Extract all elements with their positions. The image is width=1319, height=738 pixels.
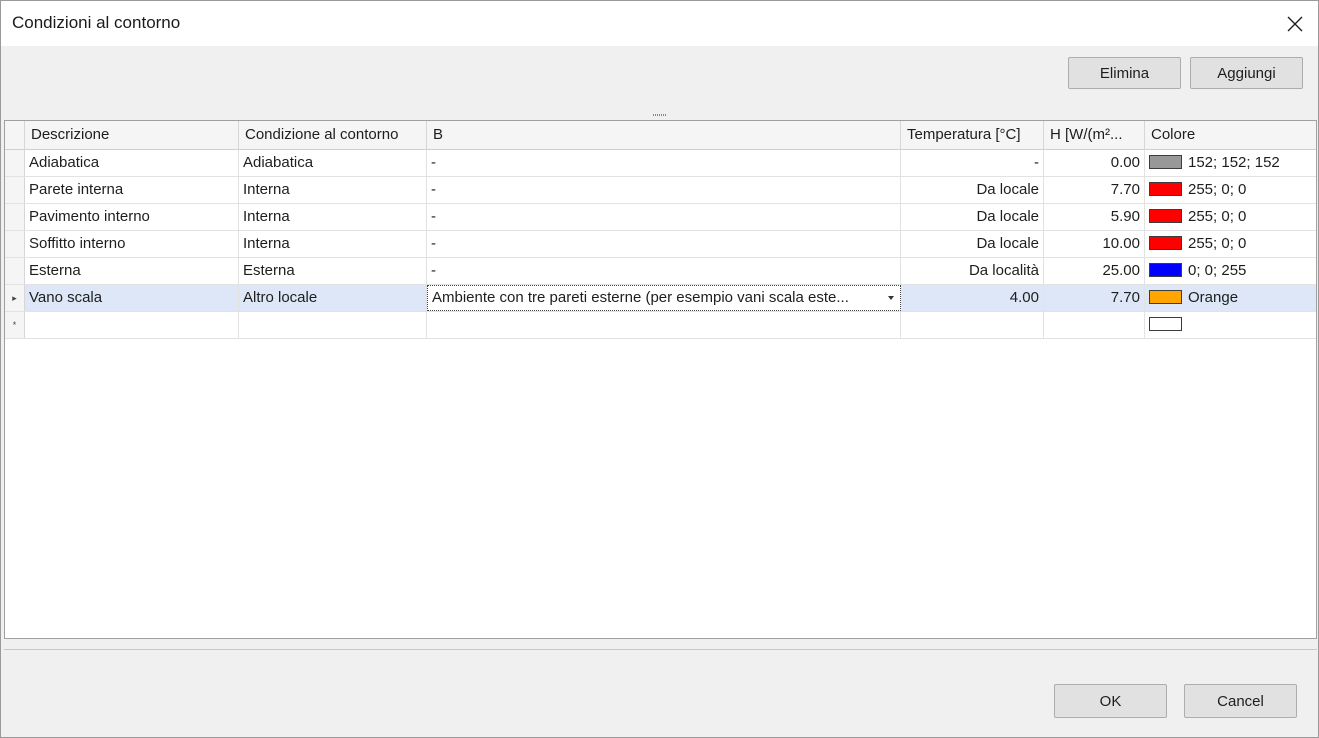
close-button[interactable]	[1272, 1, 1318, 46]
cell-b[interactable]: -	[427, 258, 901, 284]
cell-temperatura[interactable]: 4.00	[901, 285, 1044, 311]
cell-b[interactable]: -	[427, 177, 901, 203]
cell-descrizione[interactable]: Pavimento interno	[25, 204, 239, 230]
cell-colore[interactable]: Orange	[1145, 285, 1316, 311]
cell-condizione[interactable]: Interna	[239, 231, 427, 257]
cell-condizione[interactable]: Adiabatica	[239, 150, 427, 176]
row-indicator[interactable]: ▸	[5, 285, 25, 311]
chevron-down-icon[interactable]	[888, 296, 894, 300]
row-indicator[interactable]	[5, 150, 25, 176]
header-h[interactable]: H [W/(m²...	[1044, 121, 1145, 150]
cell-descrizione[interactable]: Parete interna	[25, 177, 239, 203]
color-swatch	[1149, 317, 1182, 332]
cell-condizione[interactable]	[239, 312, 427, 338]
dialog-window: Condizioni al contorno Elimina Aggiungi …	[0, 0, 1319, 738]
cell-condizione[interactable]: Interna	[239, 204, 427, 230]
color-swatch	[1149, 290, 1182, 305]
add-button[interactable]: Aggiungi	[1190, 57, 1303, 89]
header-colore[interactable]: Colore	[1145, 121, 1316, 150]
cell-colore[interactable]: 255; 0; 0	[1145, 204, 1316, 230]
header-temperatura[interactable]: Temperatura [°C]	[901, 121, 1044, 150]
toolbar: Elimina Aggiungi	[1, 46, 1318, 116]
cell-b[interactable]: -	[427, 231, 901, 257]
cell-h[interactable]: 10.00	[1044, 231, 1145, 257]
row-indicator[interactable]	[5, 258, 25, 284]
row-indicator[interactable]	[5, 204, 25, 230]
cell-h[interactable]	[1044, 312, 1145, 338]
cell-b[interactable]: -	[427, 150, 901, 176]
cell-temperatura[interactable]: Da locale	[901, 204, 1044, 230]
cell-temperatura[interactable]	[901, 312, 1044, 338]
cell-colore[interactable]	[1145, 312, 1316, 338]
header-condizione[interactable]: Condizione al contorno	[239, 121, 427, 150]
dialog-title: Condizioni al contorno	[12, 13, 181, 32]
table-row[interactable]: Esterna Esterna - Da località 25.00 0; 0…	[5, 258, 1316, 285]
row-indicator[interactable]: *	[5, 312, 25, 338]
color-label: 152; 152; 152	[1188, 154, 1280, 171]
grid-header: Descrizione Condizione al contorno B Tem…	[5, 121, 1316, 150]
color-swatch	[1149, 263, 1182, 278]
cell-condizione[interactable]: Altro locale	[239, 285, 427, 311]
cancel-button[interactable]: Cancel	[1184, 684, 1297, 718]
cell-colore[interactable]: 255; 0; 0	[1145, 177, 1316, 203]
delete-button[interactable]: Elimina	[1068, 57, 1181, 89]
cell-b[interactable]: -	[427, 204, 901, 230]
cell-descrizione[interactable]: Vano scala	[25, 285, 239, 311]
cell-descrizione[interactable]: Adiabatica	[25, 150, 239, 176]
color-label: 0; 0; 255	[1188, 262, 1247, 279]
cell-descrizione[interactable]: Esterna	[25, 258, 239, 284]
cell-colore[interactable]: 0; 0; 255	[1145, 258, 1316, 284]
color-label: 255; 0; 0	[1188, 208, 1247, 225]
table-row[interactable]: Pavimento interno Interna - Da locale 5.…	[5, 204, 1316, 231]
header-descrizione[interactable]: Descrizione	[25, 121, 239, 150]
color-swatch	[1149, 236, 1182, 251]
cell-h[interactable]: 5.90	[1044, 204, 1145, 230]
row-indicator[interactable]	[5, 231, 25, 257]
cell-temperatura[interactable]: Da località	[901, 258, 1044, 284]
close-icon	[1287, 16, 1303, 31]
color-label: 255; 0; 0	[1188, 181, 1247, 198]
cell-h[interactable]: 7.70	[1044, 285, 1145, 311]
cell-b[interactable]	[427, 312, 901, 338]
table-row[interactable]: Adiabatica Adiabatica - - 0.00 152; 152;…	[5, 150, 1316, 177]
footer-divider	[4, 649, 1317, 650]
boundary-conditions-grid[interactable]: Descrizione Condizione al contorno B Tem…	[4, 120, 1317, 639]
cell-b-dropdown-editor[interactable]: Ambiente con tre pareti esterne (per ese…	[427, 285, 901, 311]
splitter-grip[interactable]	[653, 114, 667, 116]
color-label: 255; 0; 0	[1188, 235, 1247, 252]
cell-colore[interactable]: 255; 0; 0	[1145, 231, 1316, 257]
new-row[interactable]: *	[5, 312, 1316, 339]
cell-h[interactable]: 0.00	[1044, 150, 1145, 176]
color-swatch	[1149, 209, 1182, 224]
cell-temperatura[interactable]: -	[901, 150, 1044, 176]
ok-button[interactable]: OK	[1054, 684, 1167, 718]
cell-temperatura[interactable]: Da locale	[901, 177, 1044, 203]
new-row-marker: *	[12, 320, 17, 330]
cell-condizione[interactable]: Esterna	[239, 258, 427, 284]
table-row-selected[interactable]: ▸ Vano scala Altro locale Ambiente con t…	[5, 285, 1316, 312]
color-swatch	[1149, 182, 1182, 197]
table-row[interactable]: Parete interna Interna - Da locale 7.70 …	[5, 177, 1316, 204]
cell-descrizione[interactable]: Soffitto interno	[25, 231, 239, 257]
current-row-marker: ▸	[12, 292, 17, 303]
header-indicator	[5, 121, 25, 150]
cell-h[interactable]: 25.00	[1044, 258, 1145, 284]
cell-descrizione[interactable]	[25, 312, 239, 338]
title-bar: Condizioni al contorno	[1, 1, 1318, 46]
cell-h[interactable]: 7.70	[1044, 177, 1145, 203]
color-label: Orange	[1188, 289, 1239, 306]
row-indicator[interactable]	[5, 177, 25, 203]
dropdown-value: Ambiente con tre pareti esterne (per ese…	[432, 289, 849, 306]
table-row[interactable]: Soffitto interno Interna - Da locale 10.…	[5, 231, 1316, 258]
cell-temperatura[interactable]: Da locale	[901, 231, 1044, 257]
cell-colore[interactable]: 152; 152; 152	[1145, 150, 1316, 176]
cell-condizione[interactable]: Interna	[239, 177, 427, 203]
header-b[interactable]: B	[427, 121, 901, 150]
color-swatch	[1149, 155, 1182, 170]
